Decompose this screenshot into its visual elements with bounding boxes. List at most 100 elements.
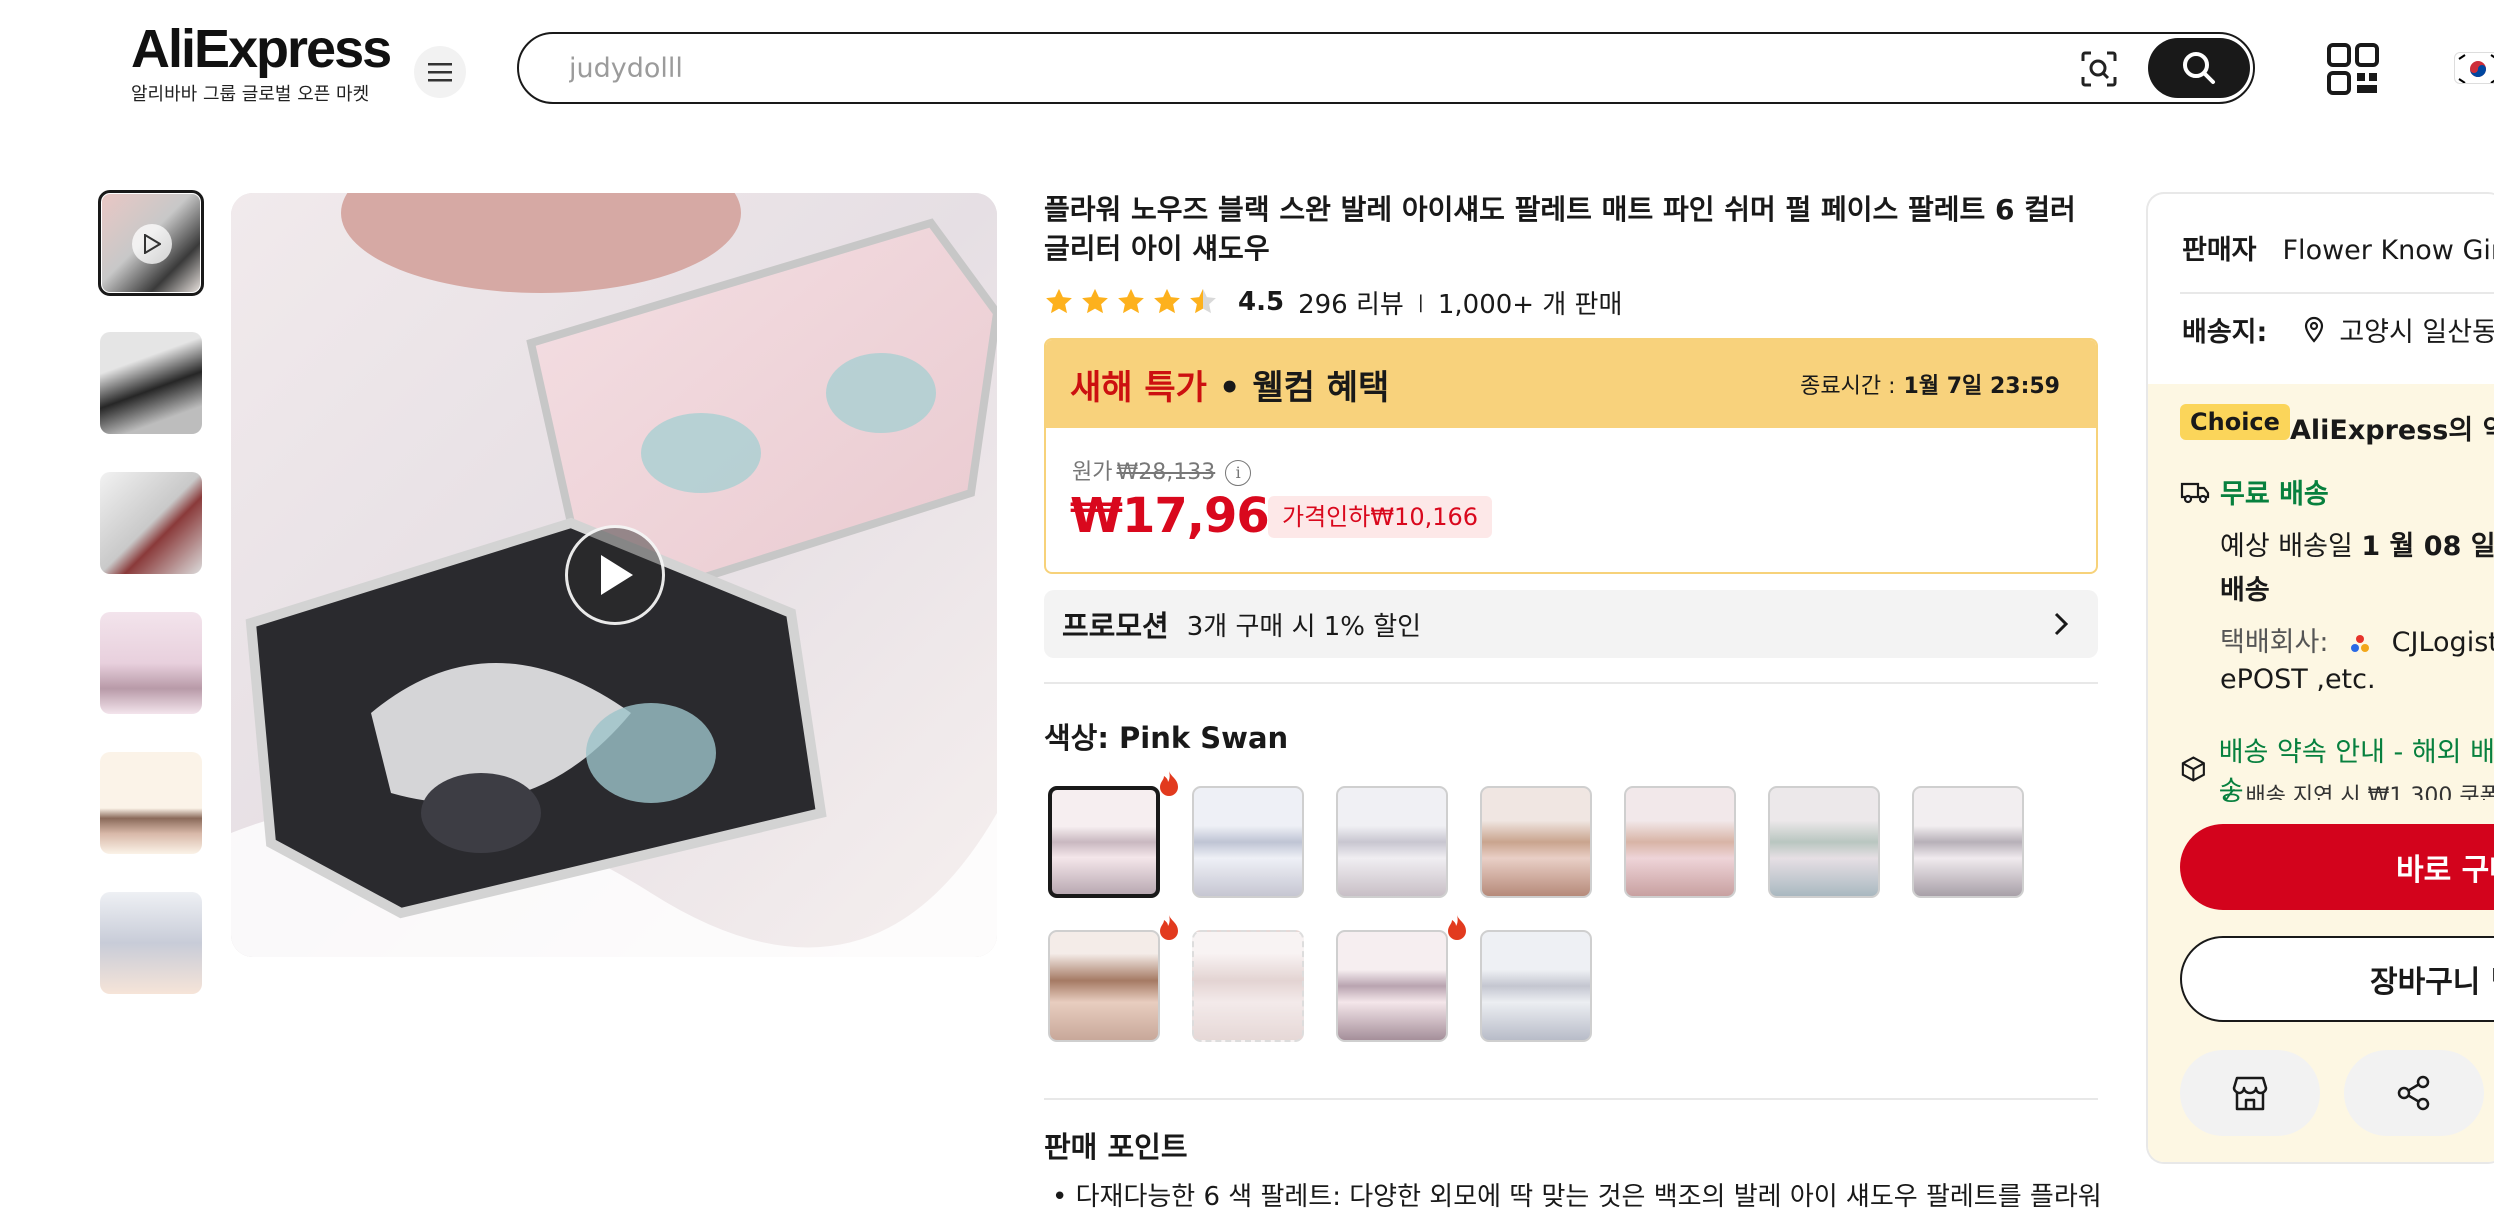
carrier-more: ePOST ,etc. <box>2220 664 2376 695</box>
rating-score: 4.5 <box>1238 287 1285 317</box>
korea-flag-icon[interactable] <box>2454 52 2494 84</box>
separator: | <box>1417 291 1424 313</box>
color-swatch[interactable] <box>1332 926 1452 1046</box>
ship-to-label: 배송지: <box>2182 317 2268 348</box>
delivery-estimate-prefix: 예상 배송일 <box>2220 531 2362 562</box>
carrier-logo-icon <box>2351 634 2370 652</box>
video-play-button[interactable] <box>565 525 665 625</box>
logo-subtitle: 알리바바 그룹 글로벌 오픈 마켓 <box>131 84 370 105</box>
thumbnail-image[interactable] <box>100 332 202 434</box>
color-swatch[interactable] <box>1476 782 1596 902</box>
delivery-date: 1 월 08 일- <box>2361 531 2494 562</box>
color-swatch[interactable] <box>1908 782 2028 902</box>
sale-price: ₩17,967 <box>1070 488 1302 544</box>
thumbnail-image[interactable] <box>100 892 202 994</box>
divider <box>2180 292 2494 294</box>
aliexpress-logo[interactable]: AliExpress 알리바바 그룹 글로벌 오픈 마켓 <box>131 19 392 110</box>
color-swatch[interactable] <box>1188 782 1308 902</box>
free-shipping-label: 무료 배송 <box>2220 479 2329 510</box>
selling-point-item: • 다재다능한 6 색 팔레트: 다양한 외모에 딱 맞는 것은 백조의 발레 … <box>1052 1182 2102 1212</box>
price-drop-badge: 가격인하₩10,166 <box>1268 496 1493 538</box>
seller-label: 판매자 <box>2182 235 2257 266</box>
ship-to-row[interactable]: 배송지: 고양시 일산동구 <box>2182 310 2494 349</box>
deal-box: 새해 특가 • 웰컴 혜택 종료시간 : 1월 7일 23:59 원가 ₩28,13… <box>1044 338 2098 574</box>
info-icon[interactable]: i <box>1225 460 1252 486</box>
star-icon <box>1154 288 1180 314</box>
store-button[interactable] <box>2180 1050 2320 1136</box>
original-price: 원가 ₩28,133 i <box>1072 454 1252 486</box>
product-title: 플라워 노우즈 블랙 스완 발레 아이섀도 팔레트 매트 파인 쉬머 펄 페이스… <box>1044 193 2076 265</box>
share-button[interactable] <box>2344 1050 2484 1136</box>
promotion-row[interactable]: 프로모션 3개 구매 시 1% 할인 <box>1044 590 2098 658</box>
thumbnail-image[interactable] <box>100 472 202 574</box>
carrier-label: 택배회사: <box>2220 627 2329 658</box>
qr-code-icon[interactable] <box>2326 42 2380 96</box>
color-swatch[interactable] <box>1332 782 1452 902</box>
sold-count: 1,000+ 개 판매 <box>1437 289 1623 320</box>
search-icon <box>2183 52 2215 84</box>
carrier-name: CJLogistics <box>2391 627 2494 658</box>
image-search-icon[interactable] <box>2079 49 2119 89</box>
thumbnail-list <box>96 190 206 1032</box>
share-icon <box>2397 1075 2430 1111</box>
delay-coupon-note: ✓ 배송 지연 시 ₩1,300 쿠폰 <box>2220 778 2494 800</box>
package-icon <box>2181 756 2205 782</box>
logo-text: AliExpress <box>131 19 392 79</box>
thumbnail-video[interactable] <box>98 190 204 296</box>
delivery-estimate-suffix: 배송 <box>2220 575 2270 606</box>
deal-title-highlight: 새해 특가 <box>1070 367 1207 408</box>
search-input[interactable] <box>567 44 2047 92</box>
purchase-panel: 판매자 Flower Know Girl 배송지: 고양시 일산동구 Choice… <box>2146 192 2494 1164</box>
hamburger-icon <box>428 63 452 82</box>
check-icon: ✓ <box>2220 784 2246 800</box>
color-swatch[interactable] <box>1620 782 1740 902</box>
rating-row: 4.5 296 리뷰 | 1,000+ 개 판매 <box>1044 282 1622 322</box>
half-star-icon <box>1190 288 1216 314</box>
hot-fire-icon <box>1160 915 1178 940</box>
divider <box>1044 1098 2098 1100</box>
thumbnail-image[interactable] <box>100 612 202 714</box>
search-button[interactable] <box>2148 38 2250 98</box>
deal-title: 새해 특가 • 웰컴 혜택 <box>1070 360 1389 409</box>
play-icon <box>132 224 172 264</box>
store-icon <box>2232 1076 2268 1111</box>
original-price-label: 원가 <box>1072 460 1113 485</box>
delivery-estimate: 예상 배송일 1 월 08 일- <box>2220 524 2494 563</box>
star-icon <box>1118 288 1144 314</box>
buy-now-button[interactable]: 바로 구매 <box>2180 824 2494 910</box>
deal-header: 새해 특가 • 웰컴 혜택 종료시간 : 1월 7일 23:59 <box>1046 340 2096 428</box>
hot-fire-icon <box>1160 771 1178 796</box>
star-icon <box>1082 288 1108 314</box>
thumbnail-image[interactable] <box>100 752 202 854</box>
free-shipping: 무료 배송 <box>2180 472 2329 511</box>
deal-title-rest: • 웰컴 혜택 <box>1206 367 1390 408</box>
carrier-row: 택배회사: CJLogistics <box>2220 620 2494 659</box>
promotion-text: 3개 구매 시 1% 할인 <box>1186 611 1422 642</box>
search-bar <box>517 32 2255 104</box>
seller-row[interactable]: 판매자 Flower Know Girl <box>2182 228 2494 267</box>
play-icon <box>601 555 633 595</box>
original-price-value: ₩28,133 <box>1116 460 1216 485</box>
color-swatch[interactable] <box>1764 782 1884 902</box>
star-icon <box>1046 288 1072 314</box>
chevron-right-icon <box>2054 612 2069 636</box>
location-pin-icon <box>2305 316 2324 343</box>
color-swatch-unavailable[interactable] <box>1188 926 1308 1046</box>
color-swatch[interactable] <box>1044 782 1164 902</box>
add-to-cart-button[interactable]: 장바구니 담기 <box>2180 936 2494 1022</box>
choice-badge: Choice <box>2180 404 2290 440</box>
review-count-link[interactable]: 296 리뷰 <box>1298 284 1404 321</box>
hot-fire-icon <box>1448 915 1466 940</box>
color-label: 색상: Pink Swan <box>1044 721 1289 755</box>
ship-to-value: 고양시 일산동구 <box>2339 317 2494 348</box>
main-product-image[interactable] <box>231 193 997 957</box>
divider <box>1044 682 2098 684</box>
selling-points-title: 판매 포인트 <box>1044 1130 1188 1164</box>
delay-coupon-text: 배송 지연 시 ₩1,300 쿠폰 <box>2245 784 2494 800</box>
menu-button[interactable] <box>414 46 466 98</box>
color-swatch[interactable] <box>1476 926 1596 1046</box>
choice-promise-title: AliExpress의 약속 <box>2290 415 2494 446</box>
deal-end-label: 종료시간 : <box>1800 374 1896 399</box>
color-swatch[interactable] <box>1044 926 1164 1046</box>
truck-icon <box>2180 482 2210 503</box>
